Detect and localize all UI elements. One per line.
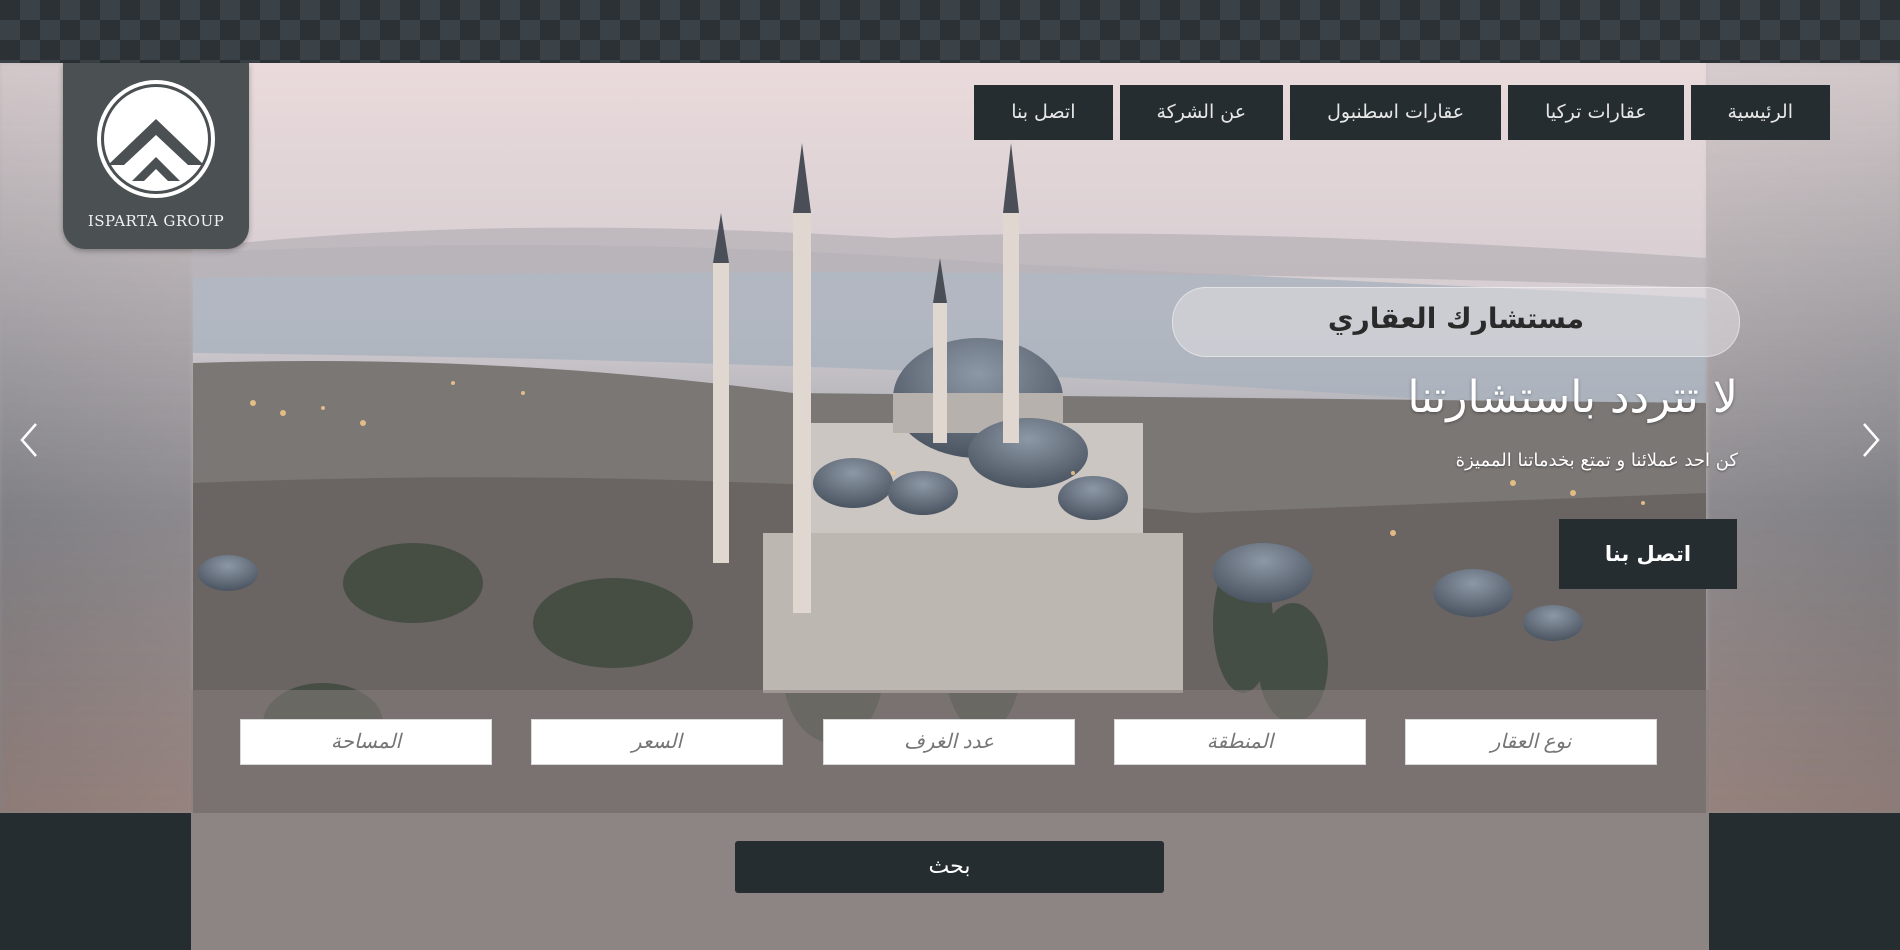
logo-text: ISPARTA GROUP	[87, 212, 225, 230]
logo-emblem-icon	[97, 80, 215, 198]
main-nav: الرئيسية عقارات تركيا عقارات اسطنبول عن …	[974, 85, 1830, 140]
nav-item-home[interactable]: الرئيسية	[1690, 85, 1830, 140]
slider-prev-button[interactable]	[14, 420, 44, 460]
hero-contact-button[interactable]: اتصل بنا	[1559, 519, 1737, 589]
slider-next-button[interactable]	[1856, 420, 1886, 460]
nav-item-about[interactable]: عن الشركة	[1119, 85, 1284, 140]
property-type-field[interactable]	[1405, 719, 1657, 765]
logo[interactable]: ISPARTA GROUP	[63, 63, 249, 249]
area-field[interactable]	[1114, 719, 1366, 765]
chevron-left-icon	[20, 423, 37, 457]
rooms-field[interactable]	[823, 719, 1075, 765]
nav-item-turkey-properties[interactable]: عقارات تركيا	[1508, 85, 1684, 140]
hero-tag-text: مستشارك العقاري	[1327, 302, 1585, 335]
search-button[interactable]: بحث	[735, 841, 1164, 893]
price-field[interactable]	[531, 719, 783, 765]
hero-headline: لا تتردد باستشارتنا	[1407, 372, 1738, 423]
hero-tag-pill: مستشارك العقاري	[1172, 287, 1740, 357]
top-pattern-strip	[0, 0, 1900, 63]
nav-item-contact[interactable]: اتصل بنا	[974, 85, 1113, 140]
hero-subline: كن احد عملائنا و تمتع بخدماتنا المميزة	[1455, 450, 1738, 471]
chevron-right-icon	[1863, 423, 1880, 457]
nav-item-istanbul-properties[interactable]: عقارات اسطنبول	[1290, 85, 1502, 140]
size-field[interactable]	[240, 719, 492, 765]
